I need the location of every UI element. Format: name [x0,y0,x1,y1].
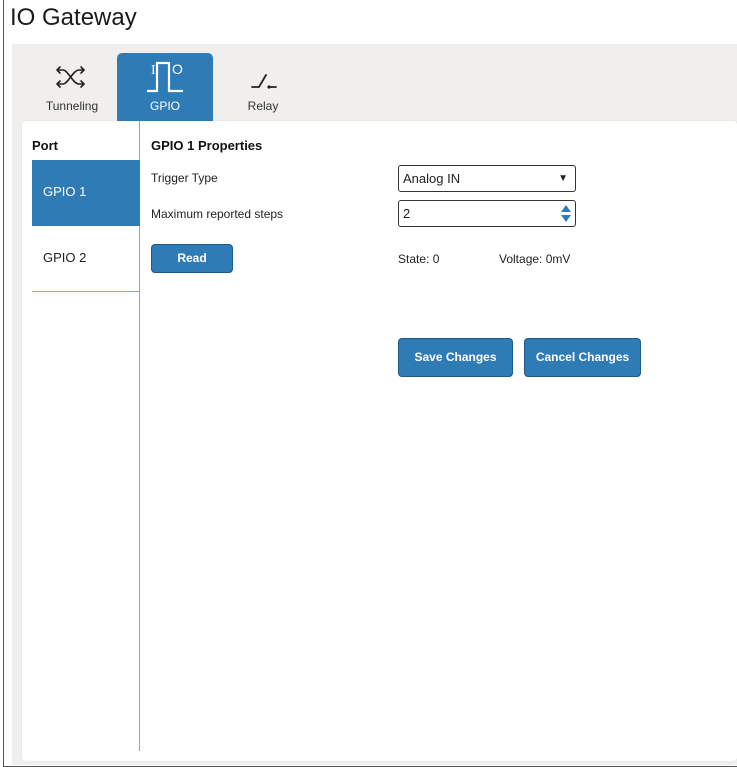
tab-tunneling-label: Tunneling [45,99,99,113]
state-readout: State: 0 [398,252,440,266]
port-item-gpio1[interactable]: GPIO 1 [32,160,140,226]
max-steps-label: Maximum reported steps [151,207,284,221]
shuffle-icon [24,57,120,97]
dropdown-arrow-icon: ▼ [558,173,568,184]
app-frame: IO Gateway Tunneling I O GPIO Relay Port… [3,0,737,767]
svg-text:O: O [172,61,183,77]
tab-relay-label: Relay [247,99,279,113]
trigger-type-value: Analog IN [403,171,461,186]
trigger-type-label: Trigger Type [151,171,218,185]
trigger-type-select[interactable]: Analog IN ▼ [398,165,576,192]
properties-heading: GPIO 1 Properties [151,138,263,153]
port-item-gpio2[interactable]: GPIO 2 [32,226,140,292]
tab-gpio-label: GPIO [149,99,180,113]
port-list: Port GPIO 1 GPIO 2 [22,121,140,751]
page-title: IO Gateway [10,4,137,31]
read-button[interactable]: Read [151,244,233,273]
tab-gpio[interactable]: I O GPIO [117,53,213,121]
voltage-readout: Voltage: 0mV [499,252,571,266]
tab-tunneling[interactable]: Tunneling [24,53,120,121]
port-heading: Port [32,138,58,153]
content-panel: Port GPIO 1 GPIO 2 GPIO 1 Properties Tri… [22,121,737,761]
max-steps-value: 2 [403,206,411,221]
save-changes-button[interactable]: Save Changes [398,338,513,377]
max-steps-input[interactable]: 2 [398,200,576,227]
stepper-arrows-icon[interactable] [560,203,572,224]
gpio-pulse-icon: I O [117,57,213,97]
cancel-changes-button[interactable]: Cancel Changes [524,338,641,377]
tab-relay[interactable]: Relay [215,53,311,121]
relay-switch-icon [215,57,311,97]
svg-text:I: I [151,63,156,78]
